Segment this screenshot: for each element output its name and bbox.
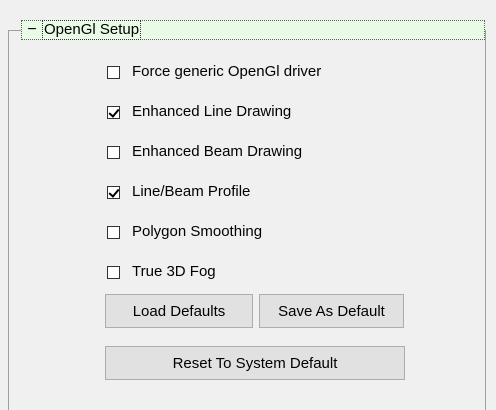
checkbox[interactable] <box>107 265 120 279</box>
opengl-setup-header[interactable]: − OpenGl Setup <box>21 20 485 40</box>
reset-system-default-button[interactable]: Reset To System Default <box>105 346 405 380</box>
option-label: Force generic OpenGl driver <box>132 63 322 80</box>
option-label: Enhanced Beam Drawing <box>132 143 303 160</box>
option-label: Enhanced Line Drawing <box>132 103 292 120</box>
checkbox[interactable] <box>107 145 120 159</box>
checkbox[interactable] <box>107 225 120 239</box>
checkbox[interactable] <box>107 185 120 199</box>
option-enhanced-line-drawing[interactable]: Enhanced Line Drawing <box>107 102 291 122</box>
collapse-icon[interactable]: − <box>25 22 39 38</box>
option-polygon-smoothing[interactable]: Polygon Smoothing <box>107 222 262 242</box>
group-title: OpenGl Setup <box>42 20 142 40</box>
checkbox[interactable] <box>107 105 120 119</box>
save-as-default-button[interactable]: Save As Default <box>259 294 404 328</box>
option-label: Line/Beam Profile <box>132 183 251 200</box>
option-label: True 3D Fog <box>132 263 216 280</box>
option-enhanced-beam-drawing[interactable]: Enhanced Beam Drawing <box>107 142 302 162</box>
option-line-beam-profile[interactable]: Line/Beam Profile <box>107 182 250 202</box>
option-true-3d-fog[interactable]: True 3D Fog <box>107 262 216 282</box>
checkbox[interactable] <box>107 65 120 79</box>
option-label: Polygon Smoothing <box>132 223 263 240</box>
load-defaults-button[interactable]: Load Defaults <box>105 294 253 328</box>
option-force-generic-opengl-driver[interactable]: Force generic OpenGl driver <box>107 62 321 82</box>
